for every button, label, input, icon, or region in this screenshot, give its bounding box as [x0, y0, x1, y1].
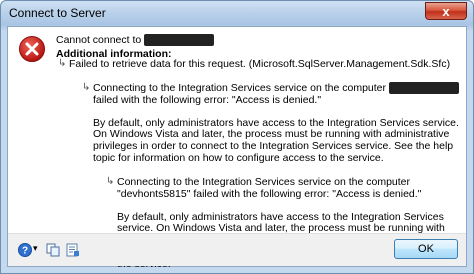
error-icon [19, 36, 45, 62]
error-block-2: Connecting to the Integration Services s… [93, 82, 464, 165]
window-title: Connect to Server [9, 6, 106, 20]
help-button[interactable]: ? ▾ [18, 243, 42, 257]
error-header: Cannot connect to devhonts5815 [56, 34, 464, 47]
header-text: Cannot connect to [56, 34, 142, 46]
message-area: Cannot connect to devhonts5815 Additiona… [56, 34, 464, 270]
subitem-arrow-icon: ↳ [82, 82, 91, 93]
error-paragraph-2: By default, only administrators have acc… [93, 116, 459, 164]
close-icon: x [442, 4, 450, 19]
dialog-footer: ? ▾ OK [8, 233, 466, 266]
title-bar[interactable]: Connect to Server x [1, 1, 473, 25]
redacted-server-name: devhonts5815 [144, 34, 215, 46]
details-icon[interactable] [66, 243, 80, 257]
subitem-arrow-icon: ↳ [58, 58, 67, 69]
close-button[interactable]: x [425, 2, 467, 20]
help-icon: ? [18, 243, 32, 257]
chevron-down-icon: ▾ [33, 243, 38, 253]
dialog-client: Cannot connect to devhonts5815 Additiona… [7, 26, 467, 270]
error-line-1: Failed to retrieve data for this request… [69, 58, 451, 70]
subitem-arrow-icon: ↳ [106, 176, 115, 187]
error-line-3: Connecting to the Integration Services s… [117, 176, 422, 200]
redacted-server-name: devhonts5815 [388, 82, 459, 94]
svg-text:?: ? [22, 246, 28, 257]
line2-suffix: failed with the following error: "Access… [93, 93, 322, 106]
copy-icon[interactable] [46, 243, 60, 257]
dialog-window: Connect to Server x Cannot connect to de… [0, 0, 474, 274]
line2-prefix: Connecting to the Integration Services s… [93, 82, 386, 94]
ok-button[interactable]: OK [394, 239, 458, 259]
error-line-2: Connecting to the Integration Services s… [93, 82, 464, 107]
